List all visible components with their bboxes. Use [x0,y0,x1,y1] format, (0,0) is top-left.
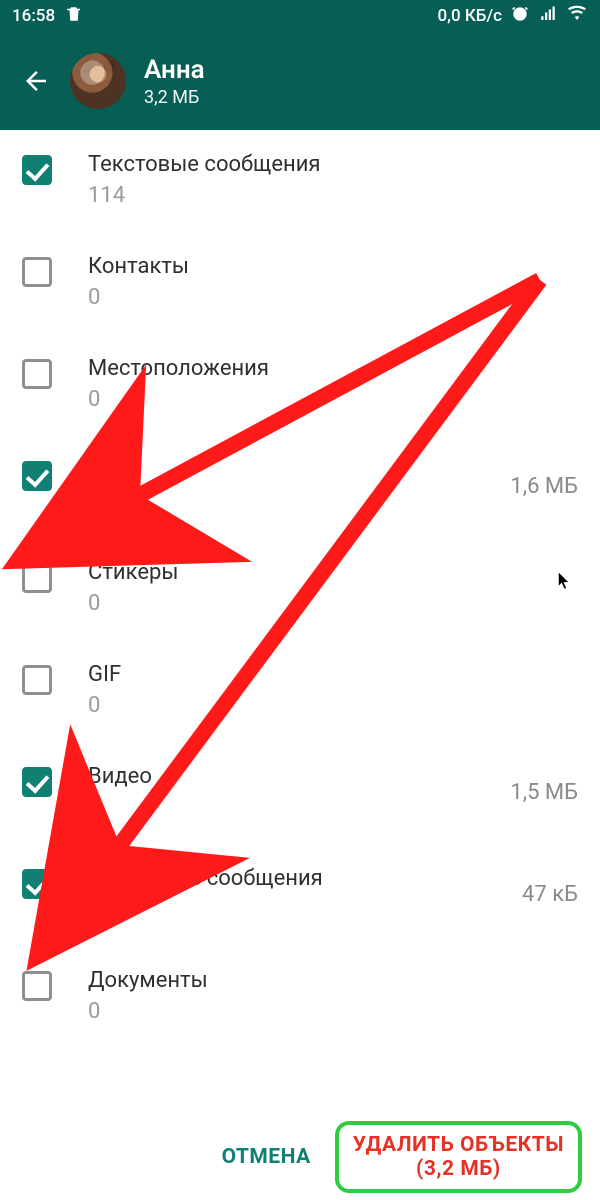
category-count: 12 [88,897,512,922]
category-label: Фото [88,458,500,483]
checkbox[interactable] [22,767,52,797]
category-count: 0 [88,999,568,1024]
category-count: 0 [88,591,568,616]
category-count: 0 [88,387,568,412]
list-item[interactable]: Стикеры 0 [0,538,600,640]
list-item[interactable]: Документы 0 [0,946,600,1030]
checkbox[interactable] [22,563,52,593]
list-item[interactable]: GIF 0 [0,640,600,742]
back-button[interactable] [10,55,62,107]
category-count: 20 [88,489,500,514]
category-label: Голосовые сообщения [88,866,512,891]
list-item[interactable]: Контакты 0 [0,232,600,334]
delete-button[interactable]: УДАЛИТЬ ОБЪЕКТЫ (3,2 МБ) [335,1121,582,1193]
status-net-speed: 0,0 КБ/с [438,6,503,26]
category-count: 4 [88,795,500,820]
list-item[interactable]: Местоположения 0 [0,334,600,436]
category-size: 1,6 МБ [510,474,578,499]
trash-icon [65,5,83,28]
app-bar: Анна 3,2 МБ [0,32,600,130]
checkbox[interactable] [22,869,52,899]
category-label: Документы [88,968,568,993]
checkbox[interactable] [22,257,52,287]
contact-name: Анна [144,55,205,85]
category-list: Текстовые сообщения 114 Контакты 0 Место… [0,130,600,1030]
checkbox[interactable] [22,359,52,389]
cancel-button[interactable]: ОТМЕНА [204,1133,329,1181]
category-count: 114 [88,183,568,208]
category-label: Контакты [88,254,568,279]
footer-actions: ОТМЕНА УДАЛИТЬ ОБЪЕКТЫ (3,2 МБ) [0,1122,600,1200]
wifi-icon [566,5,588,28]
category-label: GIF [88,662,568,687]
checkbox[interactable] [22,665,52,695]
status-time: 16:58 [12,6,55,26]
status-bar: 16:58 0,0 КБ/с [0,0,600,32]
category-count: 0 [88,693,568,718]
checkbox[interactable] [22,155,52,185]
delete-button-line2: (3,2 МБ) [353,1157,564,1181]
checkbox[interactable] [22,461,52,491]
list-item[interactable]: Фото 20 1,6 МБ [0,436,600,538]
list-item[interactable]: Голосовые сообщения 12 47 кБ [0,844,600,946]
category-label: Текстовые сообщения [88,152,568,177]
avatar[interactable] [70,53,126,109]
category-label: Видео [88,764,500,789]
list-item[interactable]: Видео 4 1,5 МБ [0,742,600,844]
contact-storage-size: 3,2 МБ [144,87,205,108]
checkbox[interactable] [22,971,52,1001]
delete-button-line1: УДАЛИТЬ ОБЪЕКТЫ [353,1133,564,1157]
category-size: 1,5 МБ [510,780,578,805]
category-label: Местоположения [88,356,568,381]
signal-icon [538,5,558,28]
category-count: 0 [88,285,568,310]
category-label: Стикеры [88,560,568,585]
list-item[interactable]: Текстовые сообщения 114 [0,130,600,232]
alarm-icon [510,4,530,29]
category-size: 47 кБ [522,882,578,907]
